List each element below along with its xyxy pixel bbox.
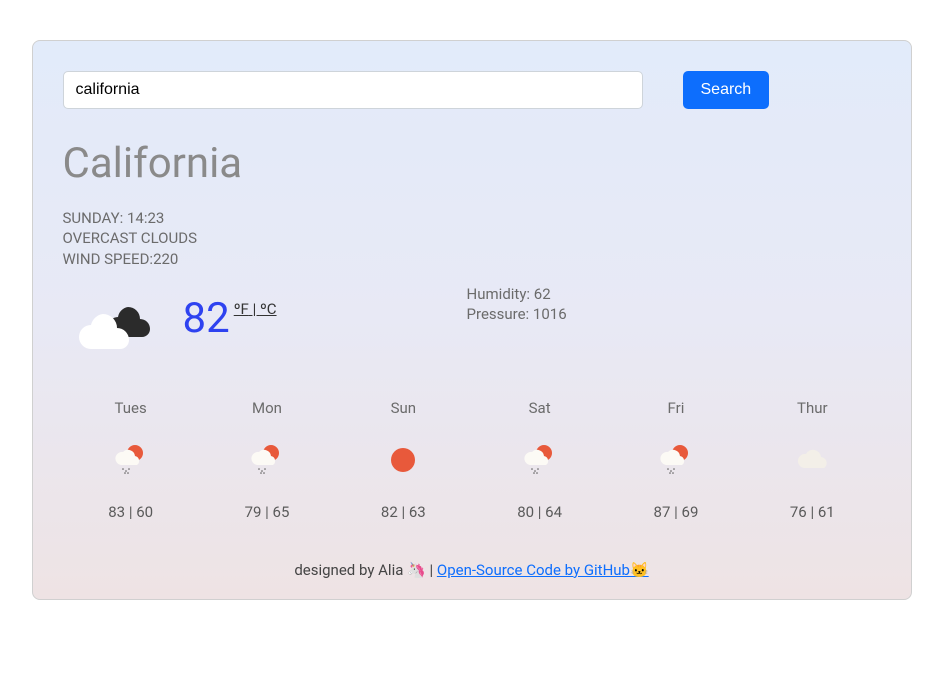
forecast-temps: 87 | 69	[631, 503, 721, 521]
forecast-col: Thur 76 | 61	[767, 399, 857, 521]
weather-description: overcast clouds	[63, 228, 881, 248]
forecast-temps: 80 | 64	[495, 503, 585, 521]
wind-value: 220	[153, 250, 178, 268]
sun-icon	[358, 442, 448, 478]
unit-fahrenheit[interactable]: ºF	[234, 300, 249, 318]
forecast-temps: 79 | 65	[222, 503, 312, 521]
pressure-label: Pressure:	[467, 305, 533, 323]
unit-celsius[interactable]: ºC	[260, 300, 277, 318]
current-left: 82 ºF | ºC	[63, 279, 277, 359]
github-link[interactable]: Open-Source Code by GitHub🐱	[437, 561, 649, 579]
search-button[interactable]: Search	[683, 71, 770, 109]
forecast-day: Fri	[631, 399, 721, 417]
forecast-col: Sun 82 | 63	[358, 399, 448, 521]
wind-speed: Wind Speed:220	[63, 249, 881, 269]
unit-separator: |	[249, 300, 260, 318]
forecast-day: Sun	[358, 399, 448, 417]
current-right: Humidity: 62 Pressure: 1016	[467, 284, 567, 325]
rain-sun-icon	[86, 442, 176, 478]
day-time: Sunday: 14:23	[63, 208, 881, 228]
forecast-day: Thur	[767, 399, 857, 417]
temperature-block: 82 ºF | ºC	[183, 294, 277, 343]
forecast-col: Sat 80 | 64	[495, 399, 585, 521]
pressure-value: 1016	[533, 305, 567, 323]
city-title: California	[63, 139, 881, 188]
forecast-day: Tues	[86, 399, 176, 417]
forecast-temps: 82 | 63	[358, 503, 448, 521]
search-input[interactable]	[63, 71, 643, 109]
search-row: Search	[63, 71, 881, 109]
unit-toggle[interactable]: ºF | ºC	[234, 300, 277, 318]
humidity-label: Humidity:	[467, 285, 534, 303]
rain-sun-icon	[495, 442, 585, 478]
humidity: Humidity: 62	[467, 284, 567, 304]
wind-label: Wind Speed:	[63, 250, 154, 268]
footer: designed by Alia 🦄 | Open-Source Code by…	[63, 561, 881, 579]
rain-sun-icon	[631, 442, 721, 478]
rain-sun-icon	[222, 442, 312, 478]
pressure: Pressure: 1016	[467, 304, 567, 324]
overcast-clouds-icon	[73, 289, 163, 359]
forecast-temps: 83 | 60	[86, 503, 176, 521]
forecast-col: Mon 79 | 65	[222, 399, 312, 521]
forecast-row: Tues 83 | 60 Mon 79 | 65 Sun 82 | 63 Sat 80 | 6…	[63, 399, 881, 521]
forecast-day: Mon	[222, 399, 312, 417]
forecast-day: Sat	[495, 399, 585, 417]
forecast-col: Fri 87 | 69	[631, 399, 721, 521]
current-row: 82 ºF | ºC Humidity: 62 Pressure: 1016	[63, 279, 881, 359]
cloud-icon	[767, 442, 857, 478]
temperature-value: 82	[183, 294, 230, 343]
summary-block: Sunday: 14:23 overcast clouds Wind Speed…	[63, 208, 881, 269]
forecast-temps: 76 | 61	[767, 503, 857, 521]
footer-credit: designed by Alia 🦄 |	[294, 561, 437, 579]
humidity-value: 62	[534, 285, 551, 303]
weather-app: Search California Sunday: 14:23 overcast…	[32, 40, 912, 600]
forecast-col: Tues 83 | 60	[86, 399, 176, 521]
